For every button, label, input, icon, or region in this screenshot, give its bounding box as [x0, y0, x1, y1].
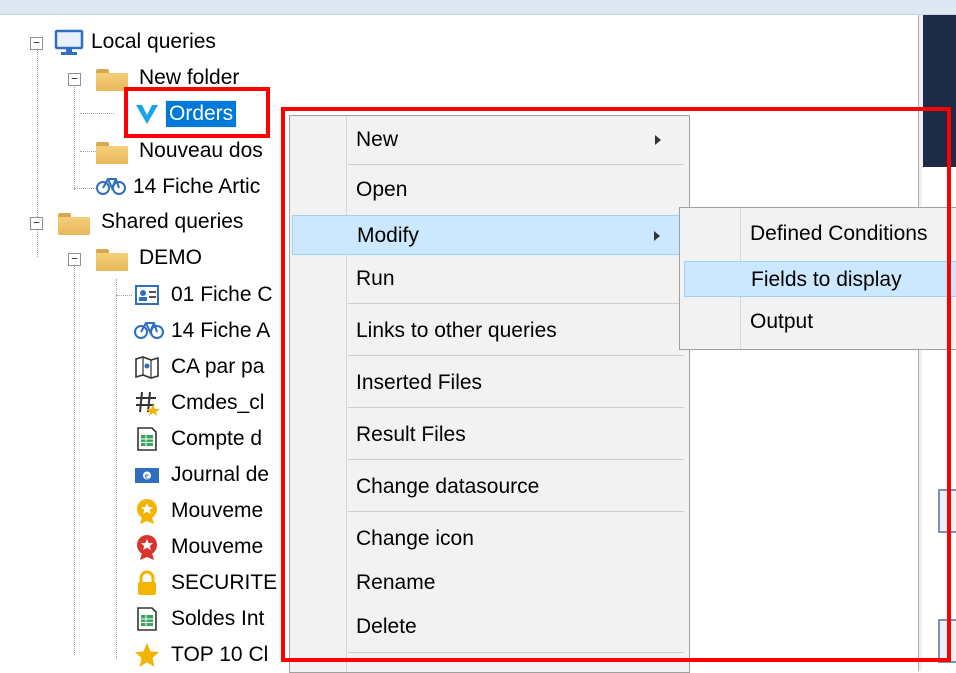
bicycle-icon: [96, 174, 126, 200]
folder-icon: [96, 67, 128, 91]
tree-label: Compte d: [171, 427, 263, 450]
tree-label: 01 Fiche C: [171, 283, 273, 306]
contact-card-icon: [134, 282, 160, 308]
collapse-new-folder-toggle[interactable]: −: [68, 73, 81, 86]
spreadsheet-icon: [134, 606, 160, 632]
tree-node-demo-item[interactable]: € Journal de: [134, 460, 272, 490]
tree-node-fiche-article[interactable]: 14 Fiche Artic: [96, 172, 263, 202]
tree-label: 14 Fiche Artic: [133, 175, 261, 198]
context-menu[interactable]: New Open Modify Run Links to other queri…: [289, 115, 690, 673]
collapse-shared-queries-toggle[interactable]: −: [30, 217, 43, 230]
shared-folder-icon: [58, 211, 90, 235]
tree-node-demo-item[interactable]: SECURITE: [134, 568, 280, 598]
tree-label: Journal de: [171, 463, 270, 486]
menu-item-links-to-other-queries[interactable]: Links to other queries: [292, 311, 687, 351]
tree-node-demo[interactable]: DEMO: [96, 243, 205, 273]
table-icon: [938, 619, 956, 663]
tree-node-orders[interactable]: Orders: [134, 99, 238, 129]
menu-item-rename[interactable]: Rename: [292, 563, 687, 603]
tree-node-demo-item[interactable]: Compte d: [134, 424, 265, 454]
star-icon: [134, 642, 160, 668]
submenu-item-output[interactable]: Output: [684, 304, 956, 340]
svg-text:€: €: [145, 473, 149, 481]
tree-node-demo-item[interactable]: Cmdes_cl: [134, 388, 267, 418]
banknote-icon: €: [134, 462, 160, 488]
tree-label: Orders: [164, 100, 238, 128]
menu-item-inserted-files[interactable]: Inserted Files: [292, 363, 687, 403]
tree-node-demo-item[interactable]: 14 Fiche A: [134, 316, 273, 346]
tree-node-demo-item[interactable]: Soldes Int: [134, 604, 267, 634]
tree-node-new-folder[interactable]: New folder: [96, 63, 242, 93]
tree-connector: [116, 279, 117, 659]
collapse-local-queries-toggle[interactable]: −: [30, 37, 43, 50]
tree-connector: [74, 85, 75, 190]
submenu-arrow-icon: [655, 135, 661, 145]
menu-item-modify[interactable]: Modify: [292, 215, 687, 255]
tree-node-demo-item[interactable]: TOP 10 Cl: [134, 640, 271, 670]
tree-label: New folder: [139, 66, 240, 89]
menu-item-run[interactable]: Run: [292, 259, 687, 299]
menu-item-delete[interactable]: Delete: [292, 607, 687, 647]
tree-connector: [80, 113, 114, 114]
spreadsheet-icon: [134, 426, 160, 452]
tree-connector: [74, 188, 96, 189]
tree-connector: [37, 49, 38, 229]
submenu-item-defined-conditions[interactable]: Defined Conditions: [684, 216, 956, 252]
tree-label: Local queries: [91, 30, 216, 53]
bicycle-icon: [134, 318, 164, 344]
collapse-demo-toggle[interactable]: −: [68, 253, 81, 266]
modify-submenu[interactable]: Defined Conditions Fields to display Out…: [679, 207, 956, 350]
map-icon: [134, 354, 160, 380]
tree-node-demo-item[interactable]: Mouveme: [134, 496, 266, 526]
window-top-edge: [0, 0, 956, 15]
menu-item-new[interactable]: New: [292, 120, 687, 160]
menu-item-result-files[interactable]: Result Files: [292, 415, 687, 455]
tree-label: Mouveme: [171, 499, 264, 522]
tree-node-demo-item[interactable]: 01 Fiche C: [116, 280, 276, 310]
tree-node-demo-item[interactable]: CA par pa: [134, 352, 267, 382]
folder-icon: [96, 140, 128, 164]
badge-yellow-icon: [134, 498, 160, 524]
query-v-icon: [134, 101, 160, 127]
tree-node-nouveau-dossier[interactable]: Nouveau dos: [96, 136, 266, 166]
menu-item-change-datasource[interactable]: Change datasource: [292, 467, 687, 507]
padlock-icon: [134, 570, 160, 596]
submenu-item-fields-to-display[interactable]: Fields to display: [684, 261, 956, 297]
tree-label: CA par pa: [171, 355, 265, 378]
tree-label: SECURITE: [171, 571, 278, 594]
tree-label: Cmdes_cl: [171, 391, 265, 414]
tree-node-shared-queries[interactable]: Shared queries: [58, 207, 246, 237]
submenu-arrow-icon: [654, 231, 660, 241]
folder-icon: [96, 247, 128, 271]
hash-star-icon: [134, 390, 160, 416]
badge-red-icon: [134, 534, 160, 560]
tree-label: Nouveau dos: [139, 139, 263, 162]
tree-label: Mouveme: [171, 535, 264, 558]
menu-item-open[interactable]: Open: [292, 170, 687, 210]
tree-label: 14 Fiche A: [171, 319, 271, 342]
tree-label: Soldes Int: [171, 607, 265, 630]
tree-label: Shared queries: [101, 210, 244, 233]
tree-node-local-queries[interactable]: Local queries: [54, 27, 219, 57]
tree-connector: [74, 265, 75, 655]
table-icon: [938, 489, 956, 533]
tree-label: TOP 10 Cl: [171, 643, 269, 666]
tree-label: DEMO: [139, 246, 202, 269]
tree-connector: [37, 229, 38, 257]
computer-icon: [54, 29, 84, 55]
menu-item-change-icon[interactable]: Change icon: [292, 519, 687, 559]
tree-node-demo-item[interactable]: Mouveme: [134, 532, 266, 562]
